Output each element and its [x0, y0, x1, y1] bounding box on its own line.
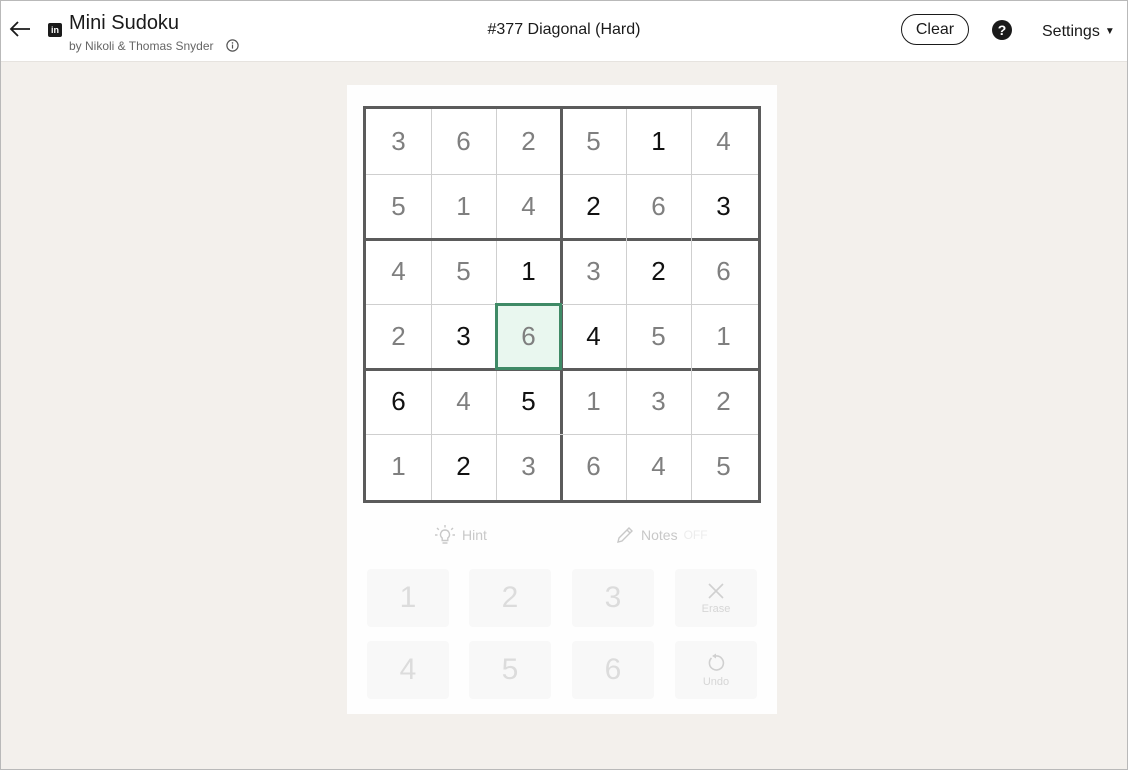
cell-r5c4[interactable]: 1: [561, 369, 626, 434]
cell-r2c6[interactable]: 3: [691, 174, 756, 239]
cell-r2c1[interactable]: 5: [366, 174, 431, 239]
cell-r6c4[interactable]: 6: [561, 434, 626, 499]
box-divider-horizontal: [366, 367, 758, 371]
cell-r6c3[interactable]: 3: [496, 434, 561, 499]
key-1[interactable]: 1: [367, 569, 449, 627]
cell-r4c5[interactable]: 5: [626, 304, 691, 369]
key-5[interactable]: 5: [469, 641, 551, 699]
grid-line-vertical: [690, 109, 692, 500]
cell-r1c2[interactable]: 6: [431, 109, 496, 174]
cell-r3c1[interactable]: 4: [366, 239, 431, 304]
cell-r3c2[interactable]: 5: [431, 239, 496, 304]
hint-label: Hint: [462, 527, 487, 543]
grid-line-horizontal: [366, 303, 758, 305]
cell-r3c3[interactable]: 1: [496, 239, 561, 304]
cell-r6c2[interactable]: 2: [431, 434, 496, 499]
grid-line-vertical: [625, 109, 627, 500]
key-2[interactable]: 2: [469, 569, 551, 627]
cell-r4c2[interactable]: 3: [431, 304, 496, 369]
cell-r1c1[interactable]: 3: [366, 109, 431, 174]
svg-text:?: ?: [998, 22, 1007, 38]
clear-button[interactable]: Clear: [901, 14, 969, 45]
cell-r1c6[interactable]: 4: [691, 109, 756, 174]
key-6[interactable]: 6: [572, 641, 654, 699]
notes-toggle[interactable]: Notes OFF: [614, 524, 708, 546]
app-byline: by Nikoli & Thomas Snyder: [69, 39, 214, 53]
notes-state: OFF: [683, 528, 708, 542]
box-divider-vertical: [559, 109, 563, 500]
cell-r4c6[interactable]: 1: [691, 304, 756, 369]
cell-r6c5[interactable]: 4: [626, 434, 691, 499]
info-icon[interactable]: [226, 39, 239, 52]
cell-r4c4[interactable]: 4: [561, 304, 626, 369]
cell-r2c4[interactable]: 2: [561, 174, 626, 239]
cell-r1c3[interactable]: 2: [496, 109, 561, 174]
settings-label: Settings: [1042, 23, 1100, 40]
erase-button[interactable]: Erase: [675, 569, 757, 627]
cell-r3c4[interactable]: 3: [561, 239, 626, 304]
lightbulb-icon: [435, 525, 455, 544]
key-4[interactable]: 4: [367, 641, 449, 699]
erase-label: Erase: [701, 602, 731, 615]
cell-r6c6[interactable]: 5: [691, 434, 756, 499]
undo-icon: [708, 653, 725, 671]
cell-r4c3[interactable]: 6: [496, 304, 561, 369]
close-icon: [708, 582, 724, 599]
cell-r3c6[interactable]: 6: [691, 239, 756, 304]
settings-menu[interactable]: Settings ▼: [1042, 23, 1115, 41]
help-icon[interactable]: ?: [991, 19, 1013, 41]
grid-line-horizontal: [366, 433, 758, 435]
cell-r2c5[interactable]: 6: [626, 174, 691, 239]
top-bar: in Mini Sudoku by Nikoli & Thomas Snyder…: [1, 1, 1127, 62]
cell-r5c2[interactable]: 4: [431, 369, 496, 434]
notes-label: Notes: [641, 527, 678, 543]
undo-button[interactable]: Undo: [675, 641, 757, 699]
cell-r2c3[interactable]: 4: [496, 174, 561, 239]
undo-label: Undo: [702, 675, 730, 688]
cell-r6c1[interactable]: 1: [366, 434, 431, 499]
cell-r5c6[interactable]: 2: [691, 369, 756, 434]
grid-line-vertical: [495, 109, 497, 500]
pencil-icon: [617, 527, 633, 543]
cell-r2c2[interactable]: 1: [431, 174, 496, 239]
grid-line-vertical: [430, 109, 432, 500]
sudoku-grid: 362514514263451326236451645132123645: [363, 106, 761, 503]
cell-r5c1[interactable]: 6: [366, 369, 431, 434]
cell-r5c3[interactable]: 5: [496, 369, 561, 434]
cell-r5c5[interactable]: 3: [626, 369, 691, 434]
cell-r3c5[interactable]: 2: [626, 239, 691, 304]
cell-r1c4[interactable]: 5: [561, 109, 626, 174]
caret-down-icon: ▼: [1104, 26, 1115, 37]
hint-button[interactable]: Hint: [434, 524, 487, 546]
cell-r1c5[interactable]: 1: [626, 109, 691, 174]
key-3[interactable]: 3: [572, 569, 654, 627]
cell-r4c1[interactable]: 2: [366, 304, 431, 369]
